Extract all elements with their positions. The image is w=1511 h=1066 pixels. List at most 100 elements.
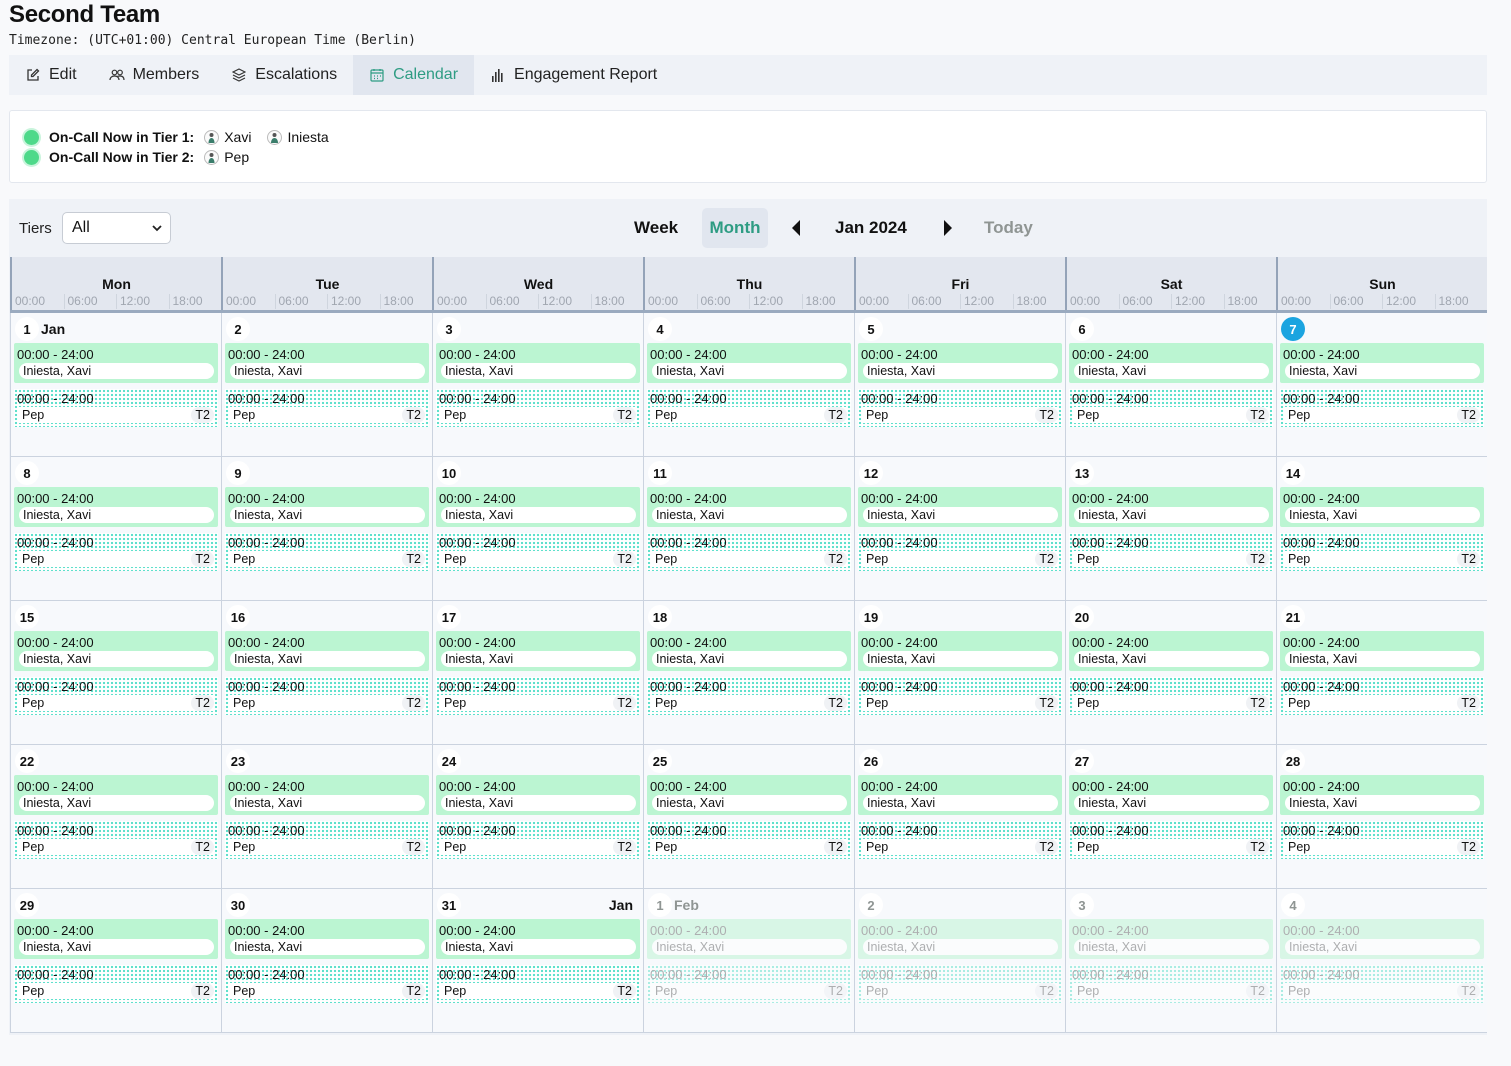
day-cell[interactable]: 15 00:00 - 24:00 Iniesta, Xavi 00:00 - 24:0… (10, 601, 221, 744)
day-cell[interactable]: 16 00:00 - 24:00 Iniesta, Xavi 00:00 - 24:0… (221, 601, 432, 744)
tier2-event[interactable]: 00:00 - 24:00 Pep T2 (225, 533, 429, 571)
day-cell[interactable]: 24 00:00 - 24:00 Iniesta, Xavi 00:00 - 24:0… (432, 745, 643, 888)
day-cell[interactable]: 3 00:00 - 24:00 Iniesta, Xavi 00:00 - 24:00… (432, 313, 643, 456)
day-number[interactable]: 20 (1070, 605, 1094, 629)
tier1-event[interactable]: 00:00 - 24:00 Iniesta, Xavi (1280, 343, 1484, 383)
day-cell[interactable]: 18 00:00 - 24:00 Iniesta, Xavi 00:00 - 24:0… (643, 601, 854, 744)
tier1-event[interactable]: 00:00 - 24:00 Iniesta, Xavi (1069, 919, 1273, 959)
day-cell[interactable]: 21 00:00 - 24:00 Iniesta, Xavi 00:00 - 24:0… (1276, 601, 1487, 744)
tab-engagement-report[interactable]: Engagement Report (474, 55, 673, 95)
day-cell[interactable]: 4 00:00 - 24:00 Iniesta, Xavi 00:00 - 24:00… (643, 313, 854, 456)
tier1-event[interactable]: 00:00 - 24:00 Iniesta, Xavi (225, 487, 429, 527)
tier1-event[interactable]: 00:00 - 24:00 Iniesta, Xavi (225, 775, 429, 815)
day-number[interactable]: 5 (859, 317, 883, 341)
day-cell[interactable]: 26 00:00 - 24:00 Iniesta, Xavi 00:00 - 24:0… (854, 745, 1065, 888)
tier2-event[interactable]: 00:00 - 24:00 Pep T2 (436, 821, 640, 859)
tier1-event[interactable]: 00:00 - 24:00 Iniesta, Xavi (647, 631, 851, 671)
tier1-event[interactable]: 00:00 - 24:00 Iniesta, Xavi (858, 919, 1062, 959)
day-cell[interactable]: 10 00:00 - 24:00 Iniesta, Xavi 00:00 - 24:0… (432, 457, 643, 600)
tier1-event[interactable]: 00:00 - 24:00 Iniesta, Xavi (225, 631, 429, 671)
tier2-event[interactable]: 00:00 - 24:00 Pep T2 (1280, 389, 1484, 427)
tier2-event[interactable]: 00:00 - 24:00 Pep T2 (436, 677, 640, 715)
tier2-event[interactable]: 00:00 - 24:00 Pep T2 (647, 965, 851, 1003)
day-cell[interactable]: 6 00:00 - 24:00 Iniesta, Xavi 00:00 - 24:00… (1065, 313, 1276, 456)
day-cell[interactable]: 5 00:00 - 24:00 Iniesta, Xavi 00:00 - 24:00… (854, 313, 1065, 456)
day-cell[interactable]: 28 00:00 - 24:00 Iniesta, Xavi 00:00 - 24:0… (1276, 745, 1487, 888)
tiers-select[interactable]: All (62, 212, 171, 244)
day-number[interactable]: 4 (1281, 893, 1305, 917)
tier2-event[interactable]: 00:00 - 24:00 Pep T2 (14, 677, 218, 715)
day-cell[interactable]: 7 00:00 - 24:00 Iniesta, Xavi 00:00 - 24:00… (1276, 313, 1487, 456)
tier2-event[interactable]: 00:00 - 24:00 Pep T2 (647, 677, 851, 715)
tier1-event[interactable]: 00:00 - 24:00 Iniesta, Xavi (436, 487, 640, 527)
oncall-person[interactable]: Pep (204, 149, 249, 165)
day-number[interactable]: 3 (1070, 893, 1094, 917)
day-number[interactable]: 23 (226, 749, 250, 773)
tier2-event[interactable]: 00:00 - 24:00 Pep T2 (225, 821, 429, 859)
tier2-event[interactable]: 00:00 - 24:00 Pep T2 (436, 389, 640, 427)
tier2-event[interactable]: 00:00 - 24:00 Pep T2 (1069, 389, 1273, 427)
day-number[interactable]: 19 (859, 605, 883, 629)
tier2-event[interactable]: 00:00 - 24:00 Pep T2 (858, 677, 1062, 715)
day-cell[interactable]: 17 00:00 - 24:00 Iniesta, Xavi 00:00 - 24:0… (432, 601, 643, 744)
day-number[interactable]: 25 (648, 749, 672, 773)
day-cell[interactable]: 8 00:00 - 24:00 Iniesta, Xavi 00:00 - 24:00… (10, 457, 221, 600)
day-number[interactable]: 24 (437, 749, 461, 773)
tier2-event[interactable]: 00:00 - 24:00 Pep T2 (14, 389, 218, 427)
day-number[interactable]: 10 (437, 461, 461, 485)
oncall-person[interactable]: Iniesta (267, 129, 329, 145)
day-number[interactable]: 3 (437, 317, 461, 341)
tier1-event[interactable]: 00:00 - 24:00 Iniesta, Xavi (1069, 775, 1273, 815)
day-number[interactable]: 1 (648, 893, 672, 917)
tier2-event[interactable]: 00:00 - 24:00 Pep T2 (14, 821, 218, 859)
tier2-event[interactable]: 00:00 - 24:00 Pep T2 (436, 965, 640, 1003)
today-button[interactable]: Today (984, 218, 1033, 238)
tier2-event[interactable]: 00:00 - 24:00 Pep T2 (1280, 533, 1484, 571)
day-cell[interactable]: 14 00:00 - 24:00 Iniesta, Xavi 00:00 - 24:0… (1276, 457, 1487, 600)
day-number[interactable]: 28 (1281, 749, 1305, 773)
tier1-event[interactable]: 00:00 - 24:00 Iniesta, Xavi (647, 343, 851, 383)
tier1-event[interactable]: 00:00 - 24:00 Iniesta, Xavi (14, 487, 218, 527)
tier2-event[interactable]: 00:00 - 24:00 Pep T2 (1280, 965, 1484, 1003)
day-cell[interactable]: 1 Jan 00:00 - 24:00 Iniesta, Xavi 00:00 - 24… (10, 313, 221, 456)
day-number[interactable]: 27 (1070, 749, 1094, 773)
tier2-event[interactable]: 00:00 - 24:00 Pep T2 (225, 389, 429, 427)
day-cell[interactable]: 29 00:00 - 24:00 Iniesta, Xavi 00:00 - 24:0… (10, 889, 221, 1032)
tier1-event[interactable]: 00:00 - 24:00 Iniesta, Xavi (14, 775, 218, 815)
day-number[interactable]: 18 (648, 605, 672, 629)
day-cell[interactable]: 2 00:00 - 24:00 Iniesta, Xavi 00:00 - 24:00… (221, 313, 432, 456)
day-number[interactable]: 9 (226, 461, 250, 485)
tier1-event[interactable]: 00:00 - 24:00 Iniesta, Xavi (436, 631, 640, 671)
tier1-event[interactable]: 00:00 - 24:00 Iniesta, Xavi (436, 775, 640, 815)
tier2-event[interactable]: 00:00 - 24:00 Pep T2 (225, 965, 429, 1003)
day-number[interactable]: 1 (15, 317, 39, 341)
tier2-event[interactable]: 00:00 - 24:00 Pep T2 (1069, 533, 1273, 571)
tier1-event[interactable]: 00:00 - 24:00 Iniesta, Xavi (436, 343, 640, 383)
tier1-event[interactable]: 00:00 - 24:00 Iniesta, Xavi (858, 775, 1062, 815)
next-month-button[interactable] (942, 219, 954, 237)
tier2-event[interactable]: 00:00 - 24:00 Pep T2 (1069, 677, 1273, 715)
day-cell[interactable]: 11 00:00 - 24:00 Iniesta, Xavi 00:00 - 24:0… (643, 457, 854, 600)
day-cell[interactable]: 19 00:00 - 24:00 Iniesta, Xavi 00:00 - 24:0… (854, 601, 1065, 744)
tier1-event[interactable]: 00:00 - 24:00 Iniesta, Xavi (1280, 919, 1484, 959)
tab-edit[interactable]: Edit (9, 55, 93, 95)
day-number[interactable]: 16 (226, 605, 250, 629)
tier1-event[interactable]: 00:00 - 24:00 Iniesta, Xavi (647, 487, 851, 527)
tier2-event[interactable]: 00:00 - 24:00 Pep T2 (14, 533, 218, 571)
tier2-event[interactable]: 00:00 - 24:00 Pep T2 (225, 677, 429, 715)
day-cell[interactable]: 13 00:00 - 24:00 Iniesta, Xavi 00:00 - 24:0… (1065, 457, 1276, 600)
tier1-event[interactable]: 00:00 - 24:00 Iniesta, Xavi (225, 919, 429, 959)
day-cell[interactable]: 25 00:00 - 24:00 Iniesta, Xavi 00:00 - 24:0… (643, 745, 854, 888)
prev-month-button[interactable] (790, 219, 802, 237)
day-number[interactable]: 26 (859, 749, 883, 773)
tier1-event[interactable]: 00:00 - 24:00 Iniesta, Xavi (858, 487, 1062, 527)
tier1-event[interactable]: 00:00 - 24:00 Iniesta, Xavi (1069, 631, 1273, 671)
day-cell[interactable]: 30 00:00 - 24:00 Iniesta, Xavi 00:00 - 24:0… (221, 889, 432, 1032)
day-number[interactable]: 17 (437, 605, 461, 629)
tier2-event[interactable]: 00:00 - 24:00 Pep T2 (647, 389, 851, 427)
day-cell[interactable]: 2 00:00 - 24:00 Iniesta, Xavi 00:00 - 24:00… (854, 889, 1065, 1032)
day-cell[interactable]: 23 00:00 - 24:00 Iniesta, Xavi 00:00 - 24:0… (221, 745, 432, 888)
tier1-event[interactable]: 00:00 - 24:00 Iniesta, Xavi (647, 919, 851, 959)
day-number[interactable]: 31 (437, 893, 461, 917)
tier1-event[interactable]: 00:00 - 24:00 Iniesta, Xavi (1280, 775, 1484, 815)
